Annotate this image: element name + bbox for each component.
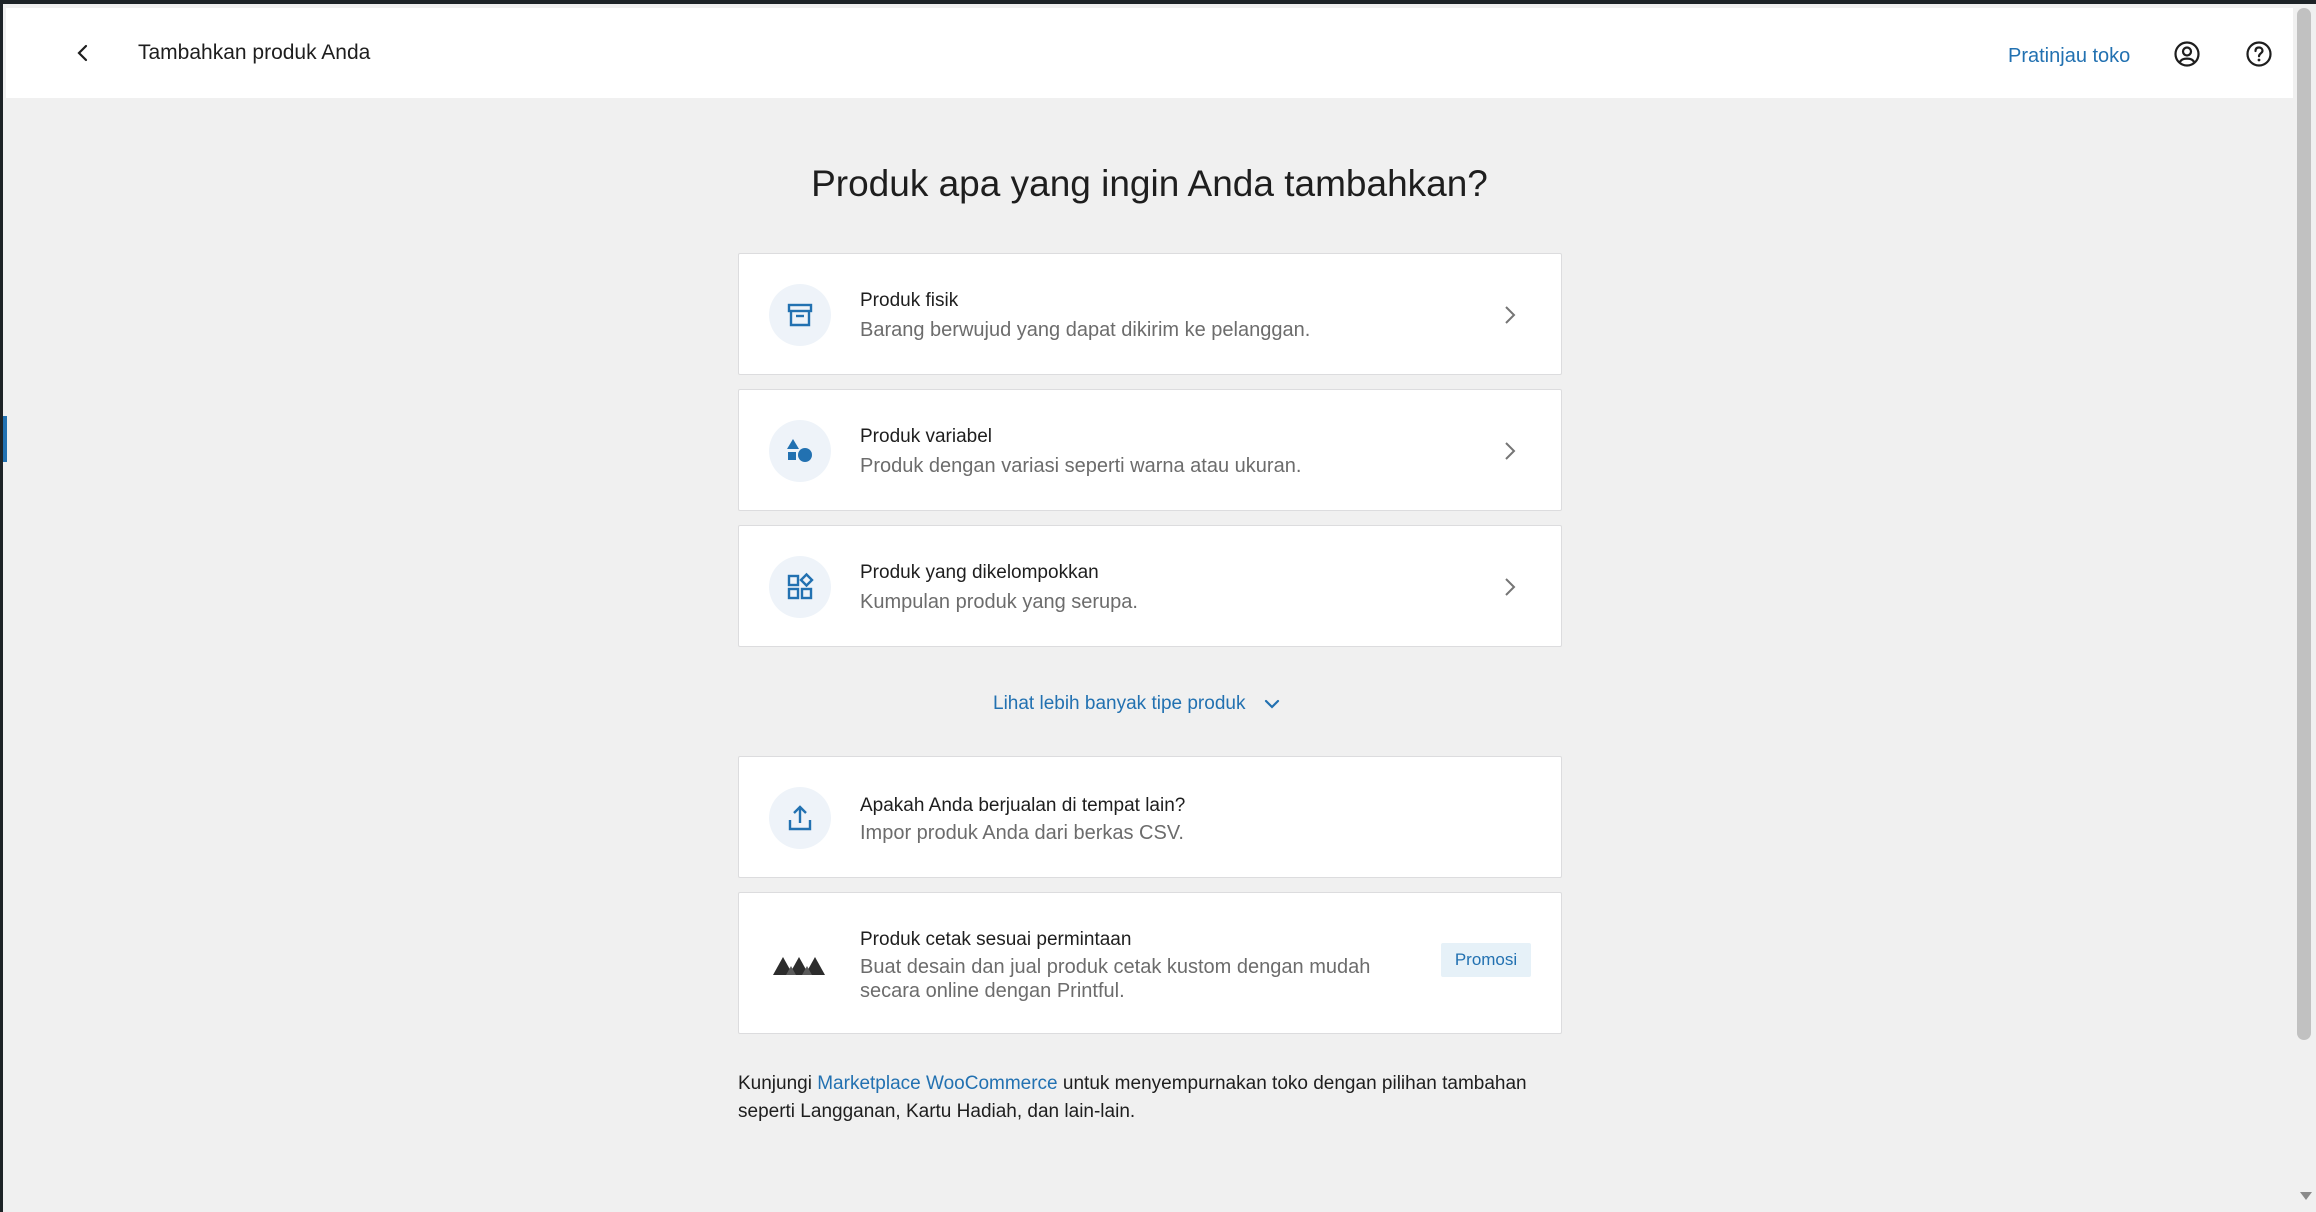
- marketplace-link[interactable]: Marketplace WooCommerce: [817, 1073, 1057, 1094]
- product-type-physical[interactable]: Produk fisik Barang berwujud yang dapat …: [738, 253, 1562, 375]
- help-icon: [2246, 41, 2272, 67]
- scrollbar-thumb[interactable]: [2297, 8, 2311, 1040]
- card-title: Produk variabel: [860, 426, 993, 447]
- product-type-variable[interactable]: Produk variabel Produk dengan variasi se…: [738, 389, 1562, 511]
- archive-box-icon: [769, 284, 831, 346]
- store-preview-link[interactable]: Pratinjau toko: [2008, 41, 2130, 71]
- triangle-down-icon: [2300, 1192, 2312, 1200]
- product-type-grouped[interactable]: Produk yang dikelompokkan Kumpulan produ…: [738, 525, 1562, 647]
- account-button[interactable]: [2171, 38, 2203, 70]
- note-prefix: Kunjungi: [738, 1073, 818, 1094]
- help-button[interactable]: [2243, 38, 2275, 70]
- card-title: Produk yang dikelompokkan: [860, 562, 1099, 583]
- focus-marker: [3, 416, 7, 462]
- chevron-down-icon: [1265, 699, 1280, 709]
- top-bar: Tambahkan produk Anda Pratinjau toko: [6, 8, 2293, 98]
- card-description-line2: secara online dengan Printful.: [860, 980, 1125, 1002]
- page-title: Tambahkan produk Anda: [138, 41, 371, 64]
- page-heading: Produk apa yang ingin Anda tambahkan?: [811, 163, 1488, 204]
- card-description: Impor produk Anda dari berkas CSV.: [860, 822, 1184, 844]
- more-product-types-label: Lihat lebih banyak tipe produk: [993, 693, 1246, 714]
- marketplace-note-line2: seperti Langganan, Kartu Hadiah, dan lai…: [738, 1101, 1136, 1122]
- card-description: Produk dengan variasi seperti warna atau…: [860, 455, 1302, 477]
- card-description: Kumpulan produk yang serupa.: [860, 591, 1138, 613]
- chevron-right-icon: [1499, 576, 1521, 598]
- marketplace-note-line1: Kunjungi Marketplace WooCommerce untuk m…: [738, 1070, 1568, 1098]
- user-circle-icon: [2174, 41, 2200, 67]
- grid-blocks-icon: [769, 556, 831, 618]
- card-description: Barang berwujud yang dapat dikirim ke pe…: [860, 319, 1311, 341]
- printful-logo: [769, 933, 831, 995]
- card-description-line1: Buat desain dan jual produk cetak kustom…: [860, 956, 1371, 978]
- note-suffix: untuk menyempurnakan toko dengan pilihan…: [1057, 1073, 1527, 1094]
- chevron-right-icon: [1499, 304, 1521, 326]
- upload-icon: [769, 787, 831, 849]
- more-product-types-toggle[interactable]: Lihat lebih banyak tipe produk: [993, 690, 1281, 718]
- app-window: Tambahkan produk Anda Pratinjau toko Pro…: [0, 0, 2316, 1212]
- marketplace-note: Kunjungi Marketplace WooCommerce untuk m…: [738, 1070, 1568, 1126]
- import-csv-card[interactable]: Apakah Anda berjualan di tempat lain? Im…: [738, 756, 1562, 878]
- chevron-left-icon: [77, 44, 88, 62]
- card-title: Produk fisik: [860, 290, 959, 311]
- scroll-down-arrow[interactable]: [2297, 1187, 2315, 1205]
- print-on-demand-card[interactable]: Produk cetak sesuai permintaan Buat desa…: [738, 892, 1562, 1034]
- chevron-right-icon: [1499, 440, 1521, 462]
- promo-badge: Promosi: [1441, 943, 1531, 977]
- card-title: Produk cetak sesuai permintaan: [860, 929, 1132, 950]
- shapes-icon: [769, 420, 831, 482]
- card-title: Apakah Anda berjualan di tempat lain?: [860, 795, 1186, 816]
- back-button[interactable]: [68, 38, 98, 68]
